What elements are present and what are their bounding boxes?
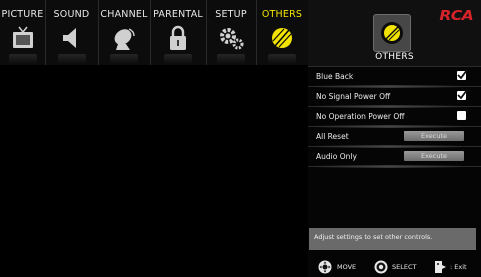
setting-label: No Signal Power Off <box>316 92 391 101</box>
speaker-icon <box>57 24 87 52</box>
setting-no-operation-power-off[interactable]: No Operation Power Off <box>308 107 481 128</box>
no-operation-power-off-checkbox[interactable] <box>457 111 466 120</box>
tab-label: PICTURE <box>1 9 44 20</box>
settings-list: Blue Back No Signal Power Off No Operati… <box>308 67 481 168</box>
gears-icon <box>216 24 246 52</box>
setting-all-reset[interactable]: All Reset Execute <box>308 127 481 148</box>
setting-label: No Operation Power Off <box>316 112 405 121</box>
others-icon <box>267 24 297 52</box>
tab-others[interactable]: OTHERS <box>256 0 308 65</box>
setting-label: Audio Only <box>316 152 357 161</box>
exit-label: : Exit <box>450 263 467 271</box>
tab-label: SETUP <box>215 9 247 20</box>
tab-sound[interactable]: SOUND <box>45 0 99 65</box>
brand-logo: RCA <box>439 9 473 24</box>
checkmark-icon <box>457 89 468 100</box>
setting-no-signal-power-off[interactable]: No Signal Power Off <box>308 87 481 108</box>
settings-panel: RCA OTHERS Blue Back No Signal Power Off… <box>308 0 481 277</box>
move-hint: MOVE <box>318 260 363 274</box>
others-icon <box>373 14 411 52</box>
setting-label: Blue Back <box>316 72 354 81</box>
key-guide: MOVE SELECT : Exit <box>308 256 481 277</box>
select-hint: SELECT <box>374 260 429 274</box>
hint-text: Adjust settings to set other controls. <box>314 233 433 241</box>
move-label: MOVE <box>337 263 357 271</box>
tab-label: SOUND <box>53 9 90 20</box>
tab-channel[interactable]: CHANNEL <box>98 0 151 65</box>
setting-label: All Reset <box>316 132 349 141</box>
panel-header: RCA OTHERS <box>308 0 481 67</box>
blue-back-checkbox[interactable] <box>457 69 468 80</box>
dpad-icon <box>318 260 332 274</box>
video-area <box>0 65 308 277</box>
exit-hint: : Exit <box>434 260 479 274</box>
setting-blue-back[interactable]: Blue Back <box>308 67 481 88</box>
menu-tab-bar: PICTURE SOUND CHANNEL PARENTAL SETUP OTH <box>0 0 308 65</box>
all-reset-execute-button[interactable]: Execute <box>404 131 464 141</box>
tab-label: CHANNEL <box>100 9 148 20</box>
checkmark-icon <box>457 69 468 80</box>
tab-setup[interactable]: SETUP <box>206 0 257 65</box>
padlock-icon <box>163 24 193 52</box>
select-button-icon <box>374 260 388 274</box>
setting-audio-only[interactable]: Audio Only Execute <box>308 147 481 168</box>
tab-label: OTHERS <box>261 9 303 20</box>
panel-title: OTHERS <box>375 52 414 62</box>
satellite-dish-icon <box>109 24 139 52</box>
select-label: SELECT <box>392 263 417 271</box>
exit-icon <box>434 260 448 274</box>
tab-label: PARENTAL <box>153 9 203 20</box>
tv-icon <box>8 24 38 52</box>
no-signal-power-off-checkbox[interactable] <box>457 89 468 100</box>
audio-only-execute-button[interactable]: Execute <box>404 151 464 161</box>
tab-picture[interactable]: PICTURE <box>0 0 46 65</box>
help-hint: Adjust settings to set other controls. <box>309 228 476 250</box>
tab-parental[interactable]: PARENTAL <box>150 0 207 65</box>
